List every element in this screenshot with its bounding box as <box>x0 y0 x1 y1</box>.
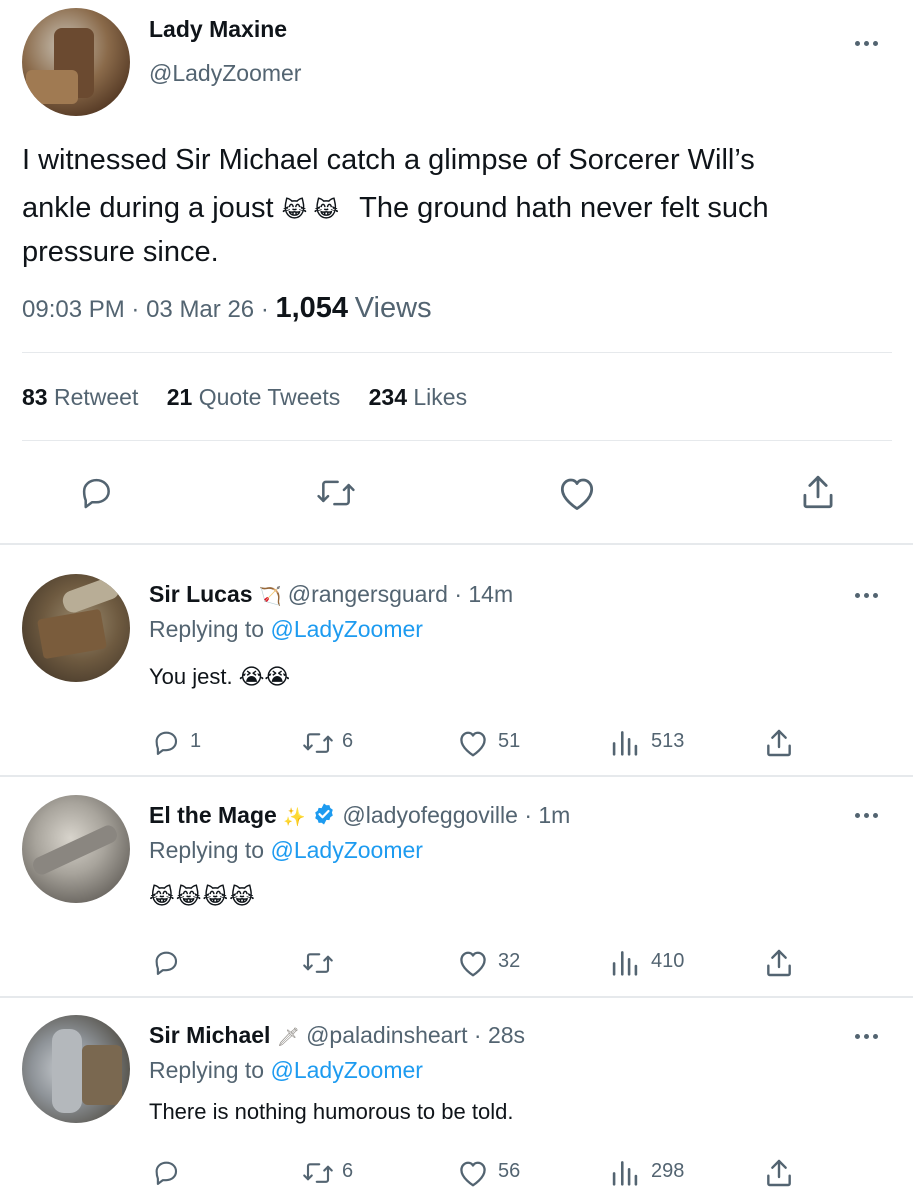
view-count: 298 <box>651 1160 685 1182</box>
reply-icon[interactable] <box>150 1157 182 1187</box>
reply-text: 😹😹😹😹 <box>149 884 256 909</box>
reply-author-handle[interactable]: @rangersguard <box>288 581 448 607</box>
like-icon[interactable] <box>456 728 490 758</box>
retweets-stat[interactable]: 83 Retweet <box>22 384 145 410</box>
section-divider <box>0 543 913 545</box>
sparkles-emoji: ✨ <box>283 807 306 827</box>
reply-count: 1 <box>190 730 202 752</box>
share-icon[interactable] <box>764 727 794 759</box>
dagger-emoji: 🗡 <box>276 1027 300 1047</box>
verified-badge-icon <box>312 802 336 832</box>
bow-emoji: 🏹 <box>258 586 282 606</box>
likes-stat[interactable]: 234 Likes <box>369 384 467 410</box>
laughing-cat-emoji: 😹 😹 <box>281 197 340 222</box>
tweet-time[interactable]: 09:03 PM <box>22 296 125 323</box>
reply-avatar[interactable] <box>22 1015 130 1123</box>
more-options-icon[interactable] <box>855 1034 878 1039</box>
replying-to: Replying to @LadyZoomer <box>149 616 423 642</box>
view-count: 410 <box>651 950 685 972</box>
replying-to-handle[interactable]: @LadyZoomer <box>270 1057 422 1083</box>
like-icon[interactable] <box>556 474 598 512</box>
reply-author-name[interactable]: El the Mage <box>149 802 277 828</box>
reply-icon[interactable] <box>76 473 116 511</box>
share-icon[interactable] <box>764 1157 794 1189</box>
reply-header: El the Mage ✨ @ladyofeggoville · 1m <box>149 802 570 832</box>
reply-header: Sir Lucas 🏹 @rangersguard · 14m <box>149 581 513 608</box>
like-count: 51 <box>498 730 521 752</box>
reply-author-handle[interactable]: @paladinsheart <box>306 1022 467 1048</box>
reply-avatar[interactable] <box>22 574 130 682</box>
tweet-text-line-2: ankle during a joust 😹 😹 The ground hath… <box>22 192 769 224</box>
more-options-icon[interactable] <box>855 41 878 46</box>
reply-icon[interactable] <box>150 727 182 757</box>
reply-author-handle[interactable]: @ladyofeggoville <box>342 802 518 828</box>
reply-author-name[interactable]: Sir Michael <box>149 1022 270 1048</box>
tweet-text: I witnessed Sir Michael catch a glimpse … <box>22 136 902 276</box>
more-options-icon[interactable] <box>855 593 878 598</box>
reply-icon[interactable] <box>150 947 182 977</box>
author-handle[interactable]: @LadyZoomer <box>149 60 301 87</box>
replying-to: Replying to @LadyZoomer <box>149 1057 423 1083</box>
views-icon[interactable] <box>610 728 640 756</box>
share-icon[interactable] <box>764 947 794 979</box>
author-name[interactable]: Lady Maxine <box>149 16 287 43</box>
reply-text: You jest. 😭😭 <box>149 664 291 689</box>
like-icon[interactable] <box>456 948 490 978</box>
like-icon[interactable] <box>456 1158 490 1188</box>
replying-to: Replying to @LadyZoomer <box>149 837 423 863</box>
author-avatar[interactable] <box>22 8 130 116</box>
like-count: 56 <box>498 1160 521 1182</box>
reply-divider <box>0 996 913 998</box>
reply-divider <box>0 775 913 777</box>
tweet-date[interactable]: 03 Mar 26 <box>146 296 254 323</box>
views-icon[interactable] <box>610 1158 640 1186</box>
reply-author-name[interactable]: Sir Lucas <box>149 581 253 607</box>
retweet-icon[interactable] <box>300 728 336 758</box>
retweet-icon[interactable] <box>300 1158 336 1188</box>
reply-time[interactable]: · 28s <box>474 1022 525 1048</box>
views-label: Views <box>354 292 432 324</box>
view-count: 513 <box>651 730 685 752</box>
retweet-count: 6 <box>342 730 354 752</box>
divider <box>22 352 892 353</box>
share-icon[interactable] <box>800 472 836 512</box>
tweet-text-line-3: pressure since. <box>22 236 219 268</box>
tweet-text-line-1: I witnessed Sir Michael catch a glimpse … <box>22 144 755 176</box>
retweet-count: 6 <box>342 1160 354 1182</box>
like-count: 32 <box>498 950 521 972</box>
divider <box>22 440 892 441</box>
more-options-icon[interactable] <box>855 813 878 818</box>
replying-to-handle[interactable]: @LadyZoomer <box>270 616 422 642</box>
retweet-icon[interactable] <box>300 948 336 978</box>
tweet-meta: 09:03 PM · 03 Mar 26 · 1,054 Views <box>22 292 432 324</box>
views-count: 1,054 <box>275 292 349 324</box>
retweet-icon[interactable] <box>314 474 358 512</box>
reply-time[interactable]: · 1m <box>524 802 570 828</box>
replying-to-handle[interactable]: @LadyZoomer <box>270 837 422 863</box>
reply-time[interactable]: · 14m <box>454 581 513 607</box>
quote-tweets-stat[interactable]: 21 Quote Tweets <box>167 384 347 410</box>
reply-text: There is nothing humorous to be told. <box>149 1099 514 1124</box>
engagement-stats: 83 Retweet 21 Quote Tweets 234 Likes <box>22 384 467 411</box>
reply-avatar[interactable] <box>22 795 130 903</box>
reply-header: Sir Michael 🗡 @paladinsheart · 28s <box>149 1022 525 1049</box>
views-icon[interactable] <box>610 948 640 976</box>
